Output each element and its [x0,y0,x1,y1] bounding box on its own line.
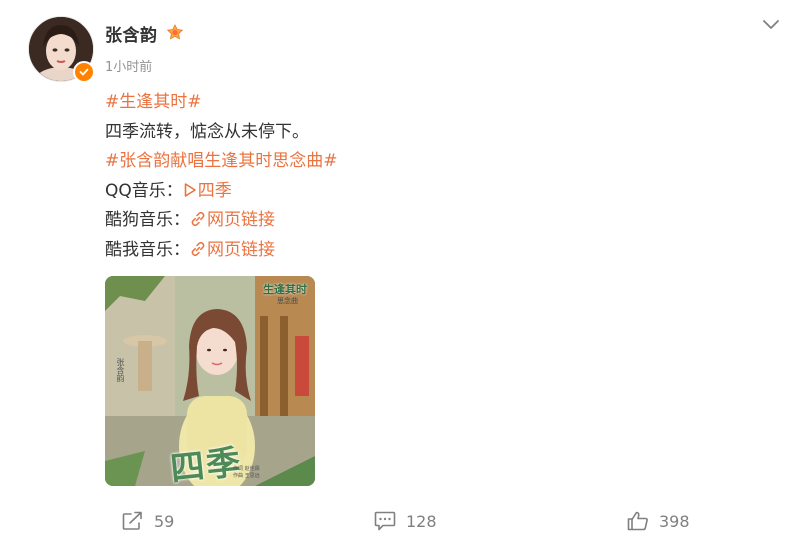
kugou-music-link-text[interactable]: 网页链接 [207,210,275,230]
like-button[interactable]: 398 [627,510,690,532]
kuwo-music-link[interactable]: 网页链接 [190,240,275,260]
qq-music-link-text[interactable]: 四季 [198,181,232,201]
like-count: 398 [659,511,690,531]
post-image[interactable]: 生逢其时 思念曲 张含韵 四季 作词 赵佳霖 作曲 王思远 [105,276,315,486]
kuwo-music-link-text[interactable]: 网页链接 [207,240,275,260]
link-icon [190,208,206,238]
cover-credit-lyrics: 作词 赵佳霖 [233,466,260,472]
repost-icon [122,511,142,530]
fan-badge-icon[interactable] [165,23,185,47]
repost-count: 59 [154,511,175,531]
play-icon [183,179,197,209]
link-icon [190,238,206,268]
kugou-music-label: 酷狗音乐： [105,210,190,230]
cover-artist: 张含韵 [116,358,125,382]
kugou-music-link[interactable]: 网页链接 [190,210,275,230]
verified-icon [73,61,95,83]
cover-subtitle: 思念曲 [277,297,298,305]
cover-credit-music: 作曲 王思远 [233,473,260,479]
cover-credits: 作词 赵佳霖 作曲 王思远 [233,466,260,480]
like-icon [627,511,648,531]
qq-music-link[interactable]: 四季 [183,181,232,201]
post-time[interactable]: 1小时前 [105,56,152,75]
post-text: 四季流转，惦念从未停下。 [105,121,309,142]
weibo-post: 张含韵 1小时前 #生逢其时# 四季流转，惦念从未停下。 #张含韵献唱生逢其时思… [0,0,811,545]
username[interactable]: 张含韵 [105,21,158,46]
comment-button[interactable]: 128 [374,510,437,532]
hashtag-link[interactable]: #张含韵献唱生逢其时思念曲# [105,151,338,171]
qq-music-label: QQ音乐： [105,180,183,201]
post-content: #生逢其时# 四季流转，惦念从未停下。 #张含韵献唱生逢其时思念曲# QQ音乐：… [105,88,755,265]
avatar-container[interactable] [28,16,95,83]
cover-logo: 生逢其时 [263,283,307,296]
chevron-down-icon[interactable] [762,17,780,33]
hashtag-link[interactable]: #生逢其时# [105,92,202,112]
kuwo-music-label: 酷我音乐： [105,239,190,260]
repost-button[interactable]: 59 [122,510,174,532]
comment-count: 128 [406,511,437,531]
comment-icon [374,511,396,531]
